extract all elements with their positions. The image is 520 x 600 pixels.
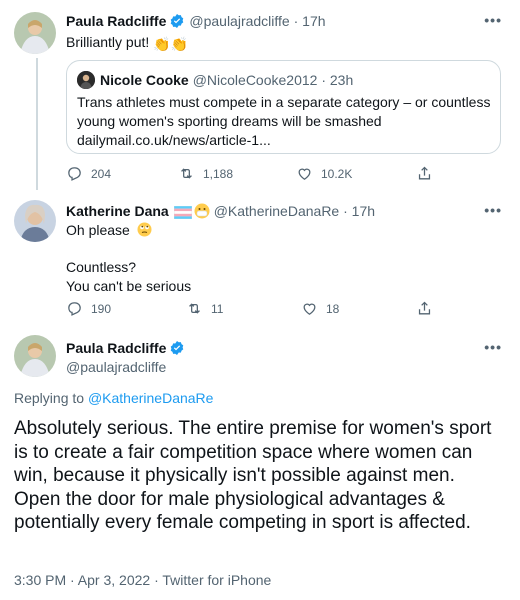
rolling-eyes-emoji [137,222,152,237]
tweet-text-line-1: Oh please [66,222,130,238]
author-handle[interactable]: @paulajradcliffe [66,358,166,376]
author-name[interactable]: Katherine Dana [66,202,169,220]
tweet-text-line-3: You can't be serious [66,278,192,294]
retweet-count: 11 [211,301,224,316]
thread-line [36,58,38,190]
main-tweet-text: Absolutely serious. The entire premise f… [14,418,492,533]
quote-avatar [77,71,95,89]
like-count: 10.2K [321,166,353,181]
share-icon [418,166,431,180]
share-button[interactable] [416,300,441,317]
transgender-flag-emoji [173,205,192,219]
reply-icon [68,302,81,316]
clapping-hands-emoji: 👏👏 [153,36,189,52]
face-mask-emoji [194,203,210,219]
like-count: 18 [326,301,340,316]
like-icon [298,168,311,180]
reply-count: 190 [91,301,112,316]
retweet-count: 1,188 [203,166,234,181]
reply-count: 204 [91,166,112,181]
share-icon [418,301,431,315]
like-button[interactable]: 10.2K [296,165,352,182]
more-icon[interactable]: ••• [484,202,502,218]
avatar[interactable] [14,200,56,242]
handle-and-time[interactable]: @KatherineDanaRe · 17h [214,202,375,220]
verified-badge-icon [169,340,185,356]
quote-text: Trans athletes must compete in a separat… [77,94,491,129]
replying-prefix: Replying to [14,390,85,406]
quote-author-name: Nicole Cooke [100,72,189,88]
more-icon[interactable]: ••• [484,339,502,355]
retweet-icon [189,303,200,314]
retweet-button[interactable]: 11 [186,300,223,317]
tweet-katherine[interactable]: Katherine Dana @KatherineDanaRe · 17h ••… [0,190,520,325]
retweet-icon [181,168,192,179]
like-button[interactable]: 18 [301,300,339,317]
quoted-tweet[interactable]: Nicole Cooke @NicoleCooke2012 · 23h Tran… [66,60,501,154]
tweet-paula-1[interactable]: Paula Radcliffe @paulajradcliffe · 17h •… [0,0,520,190]
reply-icon [68,167,81,181]
reply-button[interactable]: 190 [66,300,111,317]
like-icon [303,303,316,315]
replying-to-link[interactable]: @KatherineDanaRe [88,390,214,406]
author-name[interactable]: Paula Radcliffe [66,12,166,30]
more-icon[interactable]: ••• [484,12,502,28]
replying-to: Replying to @KatherineDanaRe [14,390,213,406]
tweet-timestamp[interactable]: 3:30 PM · Apr 3, 2022 · Twitter for iPho… [14,572,271,588]
avatar[interactable] [14,335,56,377]
quote-link: dailymail.co.uk/news/article-1... [77,132,271,148]
handle-and-time[interactable]: @paulajradcliffe · 17h [189,12,325,30]
share-button[interactable] [416,165,441,182]
author-name[interactable]: Paula Radcliffe [66,339,166,357]
reply-button[interactable]: 204 [66,165,111,182]
avatar[interactable] [14,12,56,54]
verified-badge-icon [169,13,185,29]
retweet-button[interactable]: 1,188 [178,165,233,182]
tweet-text: Brilliantly put! [66,34,150,50]
tweet-text-line-2: Countless? [66,259,137,275]
quote-handle-and-time: @NicoleCooke2012 · 23h [192,72,354,88]
